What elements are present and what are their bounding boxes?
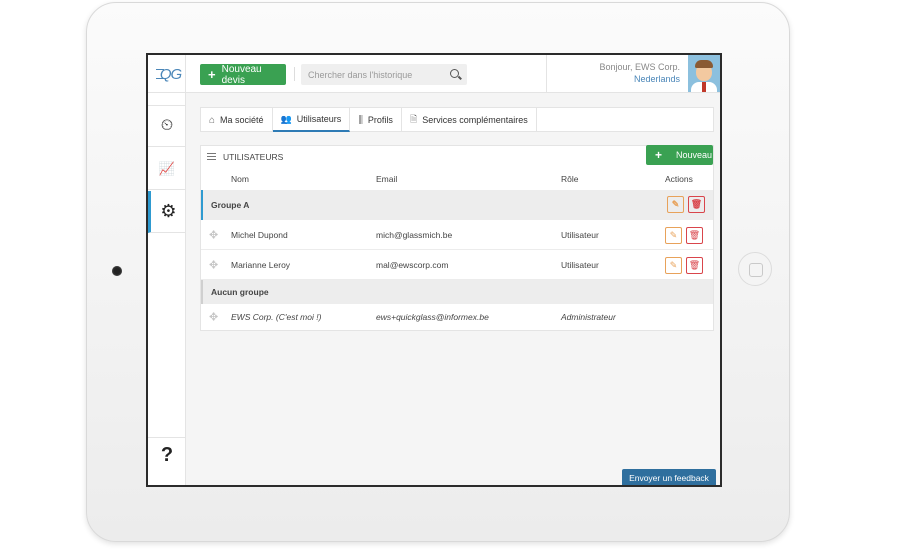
users-panel: UTILISATEURS + Nouveau Nom Email Rôle Act… [200, 145, 714, 331]
user-name: Marianne Leroy [231, 259, 291, 270]
pencil-icon: ✎ [669, 230, 678, 240]
panel-title: UTILISATEURS [223, 152, 284, 162]
avatar-tie [702, 82, 706, 92]
settings-tabs: ⌂ Ma société 👥 Utilisateurs ⫼ Profils 🗎 Serv… [200, 107, 714, 132]
tab-label: Services complémentaires [422, 115, 528, 125]
column-header-actions: Actions [665, 174, 693, 184]
group-row: Groupe A ✎ 🗑 [201, 190, 713, 220]
trash-icon: 🗑 [688, 230, 701, 240]
user-role: Utilisateur [561, 259, 599, 270]
edit-user-button[interactable]: ✎ [665, 257, 682, 274]
user-email: ews+quickglass@informex.be [376, 312, 489, 322]
delete-user-button[interactable]: 🗑 [686, 227, 703, 244]
search-icon[interactable] [450, 69, 459, 78]
user-info: Bonjour, EWS Corp. Nederlands [599, 61, 680, 85]
home-button[interactable] [738, 252, 772, 286]
trash-icon: 🗑 [690, 199, 703, 209]
tab-label: Profils [367, 115, 393, 125]
user-name: EWS Corp. (C'est moi !) [231, 312, 322, 322]
menu-icon [207, 153, 216, 160]
column-header-name[interactable]: Nom [231, 174, 249, 184]
top-bar: QG + Nouveau devis Chercher dans l'histor… [148, 55, 720, 93]
history-icon: ⏲ [160, 117, 174, 134]
stats-icon: 📈 [158, 160, 176, 176]
tab-ma-societe[interactable]: ⌂ Ma société [201, 108, 273, 132]
delete-group-button[interactable]: 🗑 [688, 196, 705, 213]
sidebar-item-stats[interactable]: 📈 [148, 148, 186, 190]
table-row: ✥ EWS Corp. (C'est moi !) ews+quickglass… [201, 304, 713, 330]
document-icon: 🗎 [409, 114, 418, 124]
new-user-label: Nouveau [676, 150, 713, 160]
move-icon[interactable]: ✥ [209, 228, 218, 241]
app-screen: QG + Nouveau devis Chercher dans l'histor… [146, 53, 722, 487]
move-icon[interactable]: ✥ [209, 311, 218, 324]
new-user-button[interactable]: + Nouveau [646, 145, 713, 165]
greeting-text: Bonjour, EWS Corp. [599, 62, 680, 72]
user-email: mal@ewscorp.com [376, 259, 449, 270]
language-link[interactable]: Nederlands [599, 73, 680, 85]
settings-icon: ⚙ [160, 201, 177, 221]
tab-utilisateurs[interactable]: 👥 Utilisateurs [272, 108, 351, 132]
home-icon: ⌂ [209, 114, 216, 126]
camera-icon [112, 266, 122, 276]
group-label: Groupe A [211, 200, 250, 210]
edit-group-button[interactable]: ✎ [667, 196, 684, 213]
move-icon[interactable]: ✥ [209, 258, 218, 271]
search-placeholder: Chercher dans l'historique [308, 69, 413, 80]
help-button[interactable]: ? [148, 437, 186, 473]
user-role: Utilisateur [561, 229, 599, 240]
column-header-role[interactable]: Rôle [561, 174, 578, 184]
plus-icon: + [655, 148, 663, 162]
sidebar-item-history[interactable]: ⏲ [148, 105, 186, 147]
pencil-icon: ✎ [671, 199, 680, 209]
sidebar-item-settings[interactable]: ⚙ [148, 191, 186, 233]
new-quote-label: Nouveau devis [221, 63, 262, 86]
divider [546, 55, 547, 93]
logo[interactable]: QG [148, 55, 186, 93]
avatar[interactable] [688, 55, 720, 92]
user-email: mich@glassmich.be [376, 229, 453, 240]
tab-services[interactable]: 🗎 Services complémentaires [402, 108, 537, 132]
delete-user-button[interactable]: 🗑 [686, 257, 703, 274]
table-row: ✥ Michel Dupond mich@glassmich.be Utilis… [201, 220, 713, 250]
users-icon: 👥 [280, 113, 292, 124]
sidebar: ⏲ 📈 ⚙ ? [148, 93, 186, 485]
tab-profils[interactable]: ⫼ Profils [350, 108, 402, 132]
new-quote-button[interactable]: + Nouveau devis [200, 63, 286, 86]
panel-header: UTILISATEURS + Nouveau [201, 145, 713, 168]
logo-lines-icon [156, 69, 164, 79]
tab-label: Utilisateurs [296, 114, 342, 124]
tab-label: Ma société [220, 115, 264, 125]
trash-icon: 🗑 [688, 260, 701, 270]
divider [294, 67, 295, 81]
column-header-email[interactable]: Email [376, 174, 397, 184]
feedback-button[interactable]: Envoyer un feedback [622, 469, 716, 485]
help-icon: ? [160, 444, 174, 466]
group-label: Aucun groupe [211, 287, 269, 297]
sliders-icon: ⫼ [358, 114, 363, 126]
user-name: Michel Dupond [231, 229, 288, 240]
edit-user-button[interactable]: ✎ [665, 227, 682, 244]
plus-icon: + [208, 67, 216, 82]
search-input[interactable]: Chercher dans l'historique [301, 64, 467, 85]
group-row: Aucun groupe [201, 280, 713, 304]
avatar-hair [695, 60, 713, 68]
table-row: ✥ Marianne Leroy mal@ewscorp.com Utilisa… [201, 250, 713, 280]
pencil-icon: ✎ [669, 260, 678, 270]
user-role: Administrateur [561, 312, 616, 322]
